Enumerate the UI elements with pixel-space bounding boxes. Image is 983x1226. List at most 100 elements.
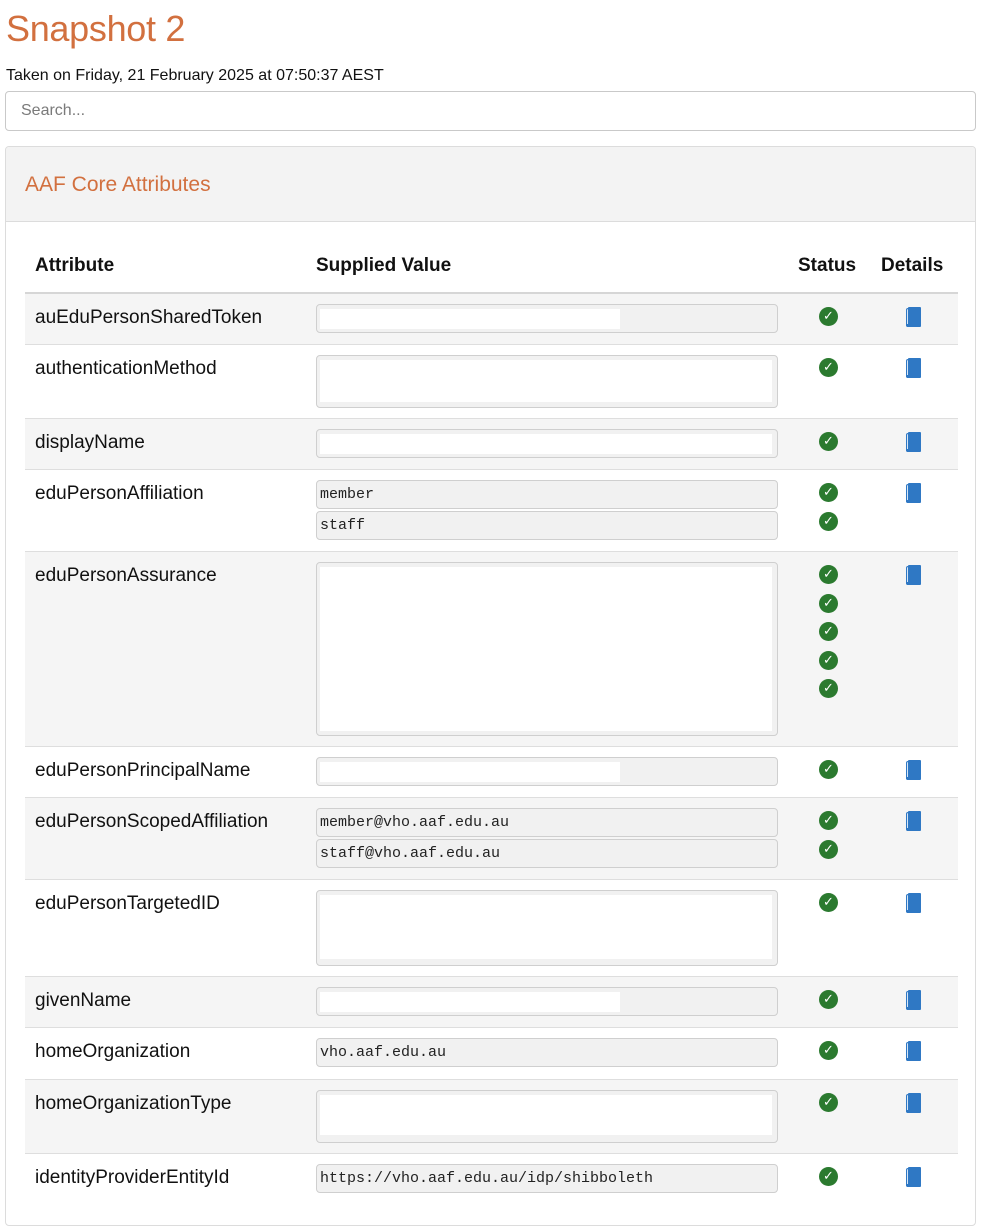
table-row: identityProviderEntityId https://vho.aaf… — [25, 1154, 958, 1206]
value-field-group[interactable] — [316, 562, 778, 736]
supplied-values — [316, 1090, 778, 1145]
attribute-name: displayName — [35, 432, 145, 453]
panel-title: AAF Core Attributes — [25, 173, 211, 196]
status-cell: ✓ — [819, 1167, 839, 1196]
book-icon — [906, 483, 921, 503]
attribute-name: homeOrganizationType — [35, 1093, 232, 1114]
column-header-attribute: Attribute — [35, 255, 115, 276]
value-field[interactable]: member@vho.aaf.edu.au — [316, 808, 778, 837]
check-circle-icon: ✓ — [819, 593, 838, 613]
value-field[interactable]: vho.aaf.edu.au — [316, 1038, 778, 1067]
status-cell: ✓ — [819, 893, 839, 922]
status-cell: ✓ — [819, 432, 839, 461]
page-title: Snapshot 2 — [6, 8, 186, 49]
details-button[interactable] — [906, 307, 921, 327]
book-icon — [906, 760, 921, 780]
column-header-details: Details — [881, 255, 944, 276]
table-row: homeOrganization vho.aaf.edu.au ✓ — [25, 1028, 958, 1080]
value-field[interactable]: member — [316, 480, 778, 509]
check-circle-icon: ✓ — [819, 650, 838, 670]
check-circle-icon: ✓ — [819, 811, 838, 830]
attribute-name: eduPersonScopedAffiliation — [35, 811, 269, 832]
table-header: Attribute Supplied Value Status Details — [25, 237, 958, 294]
supplied-values: vho.aaf.edu.au — [316, 1038, 778, 1069]
value-field[interactable] — [316, 1090, 778, 1143]
check-circle-icon: ✓ — [819, 1167, 838, 1186]
table-row: displayName ✓ — [25, 419, 958, 470]
details-button[interactable] — [906, 358, 921, 378]
details-button[interactable] — [906, 483, 921, 503]
details-button[interactable] — [906, 760, 921, 780]
check-circle-icon: ✓ — [819, 1041, 838, 1060]
value-field[interactable] — [316, 355, 778, 408]
details-button[interactable] — [906, 990, 921, 1010]
details-button[interactable] — [906, 432, 921, 452]
details-button[interactable] — [906, 1041, 921, 1061]
book-icon — [906, 565, 921, 585]
value-field[interactable] — [316, 987, 778, 1016]
check-circle-icon: ✓ — [819, 990, 838, 1009]
book-icon — [906, 1041, 921, 1061]
value-field[interactable] — [316, 757, 778, 786]
check-circle-icon: ✓ — [819, 839, 838, 859]
table-row: eduPersonAssurance ✓ ✓ ✓ ✓ ✓ — [25, 552, 958, 747]
value-field[interactable]: staff@vho.aaf.edu.au — [316, 839, 778, 868]
details-button[interactable] — [906, 565, 921, 585]
status-cell: ✓ ✓ — [819, 483, 839, 540]
supplied-values — [316, 304, 778, 335]
supplied-values: member@vho.aaf.edu.au staff@vho.aaf.edu.… — [316, 808, 778, 870]
check-circle-icon: ✓ — [819, 565, 838, 584]
details-button[interactable] — [906, 893, 921, 913]
check-circle-icon: ✓ — [819, 1093, 838, 1112]
attribute-name: homeOrganization — [35, 1041, 191, 1062]
status-cell: ✓ — [819, 760, 839, 789]
supplied-values — [316, 757, 778, 788]
check-circle-icon: ✓ — [819, 760, 838, 779]
status-cell: ✓ ✓ ✓ ✓ ✓ — [819, 565, 839, 708]
panel-header: AAF Core Attributes — [6, 147, 975, 222]
book-icon — [906, 811, 921, 831]
check-circle-icon: ✓ — [819, 432, 838, 451]
value-field[interactable] — [316, 890, 778, 966]
check-circle-icon: ✓ — [819, 358, 838, 377]
table-row: authenticationMethod ✓ — [25, 345, 958, 419]
value-field[interactable] — [316, 304, 778, 333]
table-row: homeOrganizationType ✓ — [25, 1080, 958, 1154]
supplied-values — [316, 562, 778, 738]
attribute-name: eduPersonPrincipalName — [35, 760, 251, 781]
status-cell: ✓ — [819, 358, 839, 387]
table-row: eduPersonPrincipalName ✓ — [25, 747, 958, 798]
value-field[interactable]: staff — [316, 511, 778, 540]
details-button[interactable] — [906, 811, 921, 831]
book-icon — [906, 1167, 921, 1187]
search-input[interactable] — [5, 91, 976, 131]
check-circle-icon: ✓ — [819, 483, 838, 502]
column-header-status: Status — [798, 255, 857, 276]
status-cell: ✓ ✓ — [819, 811, 839, 868]
book-icon — [906, 990, 921, 1010]
table-row: eduPersonScopedAffiliation member@vho.aa… — [25, 798, 958, 880]
check-circle-icon: ✓ — [819, 679, 838, 698]
book-icon — [906, 358, 921, 378]
details-button[interactable] — [906, 1093, 921, 1113]
attribute-name: auEduPersonSharedToken — [35, 307, 263, 328]
book-icon — [906, 307, 921, 327]
attribute-name: givenName — [35, 990, 132, 1011]
attributes-panel: AAF Core Attributes Attribute Supplied V… — [5, 146, 976, 1226]
table-row: eduPersonAffiliation member staff ✓ ✓ — [25, 470, 958, 552]
supplied-values: member staff — [316, 480, 778, 542]
details-button[interactable] — [906, 1167, 921, 1187]
check-circle-icon: ✓ — [819, 511, 838, 531]
table-row: eduPersonTargetedID ✓ — [25, 880, 958, 977]
attribute-name: authenticationMethod — [35, 358, 217, 379]
value-field[interactable]: https://vho.aaf.edu.au/idp/shibboleth — [316, 1164, 778, 1193]
book-icon — [906, 1093, 921, 1113]
status-cell: ✓ — [819, 990, 839, 1019]
value-field[interactable] — [316, 429, 778, 458]
book-icon — [906, 432, 921, 452]
table-row: auEduPersonSharedToken ✓ — [25, 294, 958, 345]
book-icon — [906, 893, 921, 913]
supplied-values — [316, 987, 778, 1018]
supplied-values — [316, 429, 778, 460]
attributes-table: Attribute Supplied Value Status Details … — [25, 237, 958, 1206]
